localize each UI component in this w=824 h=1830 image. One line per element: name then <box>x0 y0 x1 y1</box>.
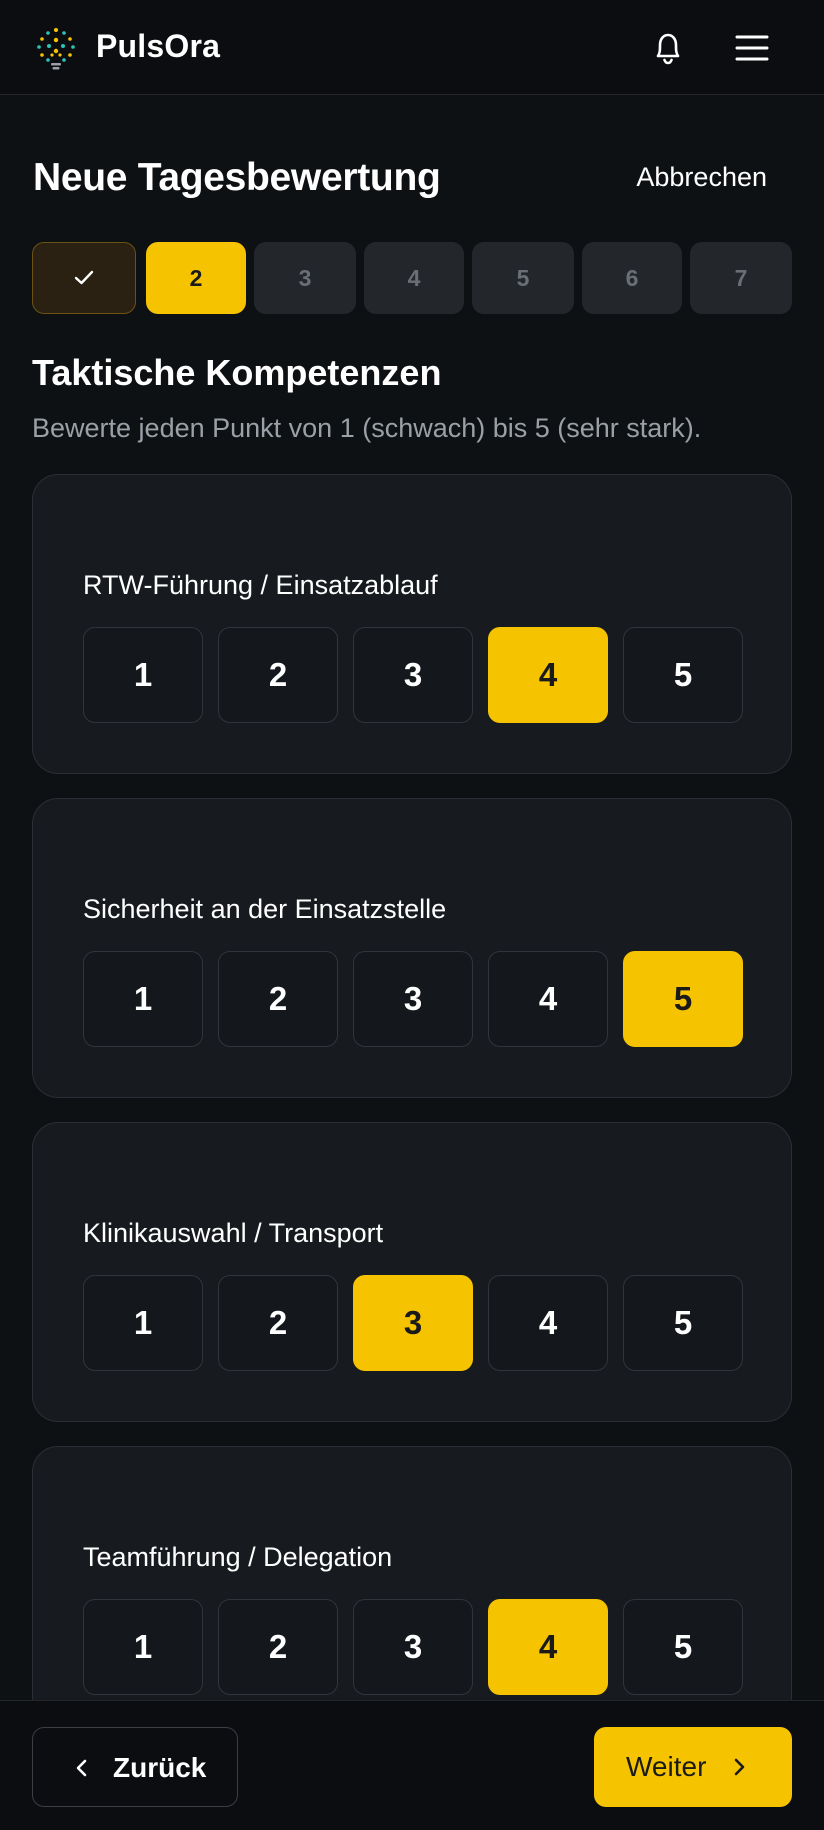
rating-option-4[interactable]: 4 <box>488 951 608 1047</box>
chevron-left-icon <box>76 1759 87 1777</box>
step-7[interactable]: 7 <box>690 242 792 314</box>
step-3[interactable]: 3 <box>254 242 356 314</box>
rating-scale: 12345 <box>83 951 743 1047</box>
criterion-label: RTW-Führung / Einsatzablauf <box>83 570 438 600</box>
criterion-label: Sicherheit an der Einsatzstelle <box>83 894 447 924</box>
next-button-label: Weiter <box>626 1751 707 1782</box>
page-title: Neue Tagesbewertung <box>33 156 441 199</box>
app-title: PulsOra <box>96 28 221 64</box>
back-button[interactable]: Zurück <box>32 1727 238 1807</box>
step-label: 4 <box>407 264 421 291</box>
rating-scale: 12345 <box>83 1275 743 1371</box>
rating-option-1[interactable]: 1 <box>83 627 203 723</box>
rating-option-3[interactable]: 3 <box>353 951 473 1047</box>
footer-nav: Zurück Weiter <box>0 1700 824 1830</box>
cancel-button[interactable]: Abbrechen <box>636 162 767 193</box>
rating-option-5[interactable]: 5 <box>623 627 743 723</box>
step-label: 6 <box>625 264 639 291</box>
rating-option-3[interactable]: 3 <box>353 1275 473 1371</box>
rating-option-2[interactable]: 2 <box>218 1275 338 1371</box>
step-2[interactable]: 2 <box>146 242 246 314</box>
rating-option-4[interactable]: 4 <box>488 1275 608 1371</box>
check-icon <box>74 270 94 285</box>
step-1[interactable] <box>32 242 136 314</box>
rating-option-5[interactable]: 5 <box>623 951 743 1047</box>
section-subtitle: Bewerte jeden Punkt von 1 (schwach) bis … <box>32 413 702 443</box>
app-header: PulsOra <box>0 0 824 95</box>
rating-option-1[interactable]: 1 <box>83 1599 203 1695</box>
rating-scale: 12345 <box>83 627 743 723</box>
rating-option-5[interactable]: 5 <box>623 1275 743 1371</box>
rating-scale: 12345 <box>83 1599 743 1695</box>
rating-option-2[interactable]: 2 <box>218 627 338 723</box>
criterion-label: Teamführung / Delegation <box>83 1542 393 1572</box>
rating-option-3[interactable]: 3 <box>353 627 473 723</box>
step-label: 2 <box>189 264 203 291</box>
step-label: 3 <box>298 264 312 291</box>
rating-option-3[interactable]: 3 <box>353 1599 473 1695</box>
back-button-label: Zurück <box>113 1752 207 1783</box>
criterion-card: Sicherheit an der Einsatzstelle 1 2 3 4 5 <box>32 798 792 1098</box>
hamburger-menu-icon[interactable] <box>730 30 774 66</box>
logo-icon <box>37 28 75 70</box>
step-6[interactable]: 6 <box>582 242 682 314</box>
section-title: Taktische Kompetenzen <box>32 352 442 393</box>
step-label: 5 <box>516 264 530 291</box>
notification-bell-icon[interactable] <box>646 26 690 70</box>
rating-option-1[interactable]: 1 <box>83 1275 203 1371</box>
rating-option-1[interactable]: 1 <box>83 951 203 1047</box>
chevron-right-icon <box>734 1758 745 1776</box>
rating-option-2[interactable]: 2 <box>218 951 338 1047</box>
step-5[interactable]: 5 <box>472 242 574 314</box>
step-4[interactable]: 4 <box>364 242 464 314</box>
rating-option-5[interactable]: 5 <box>623 1599 743 1695</box>
criterion-label: Klinikauswahl / Transport <box>83 1218 384 1248</box>
next-button[interactable]: Weiter <box>594 1727 792 1807</box>
criterion-card: Klinikauswahl / Transport 1 2 3 4 5 <box>32 1122 792 1422</box>
rating-option-4[interactable]: 4 <box>488 1599 608 1695</box>
rating-option-2[interactable]: 2 <box>218 1599 338 1695</box>
step-label: 7 <box>734 264 748 291</box>
criterion-card: RTW-Führung / Einsatzablauf 1 2 3 4 5 <box>32 474 792 774</box>
rating-option-4[interactable]: 4 <box>488 627 608 723</box>
